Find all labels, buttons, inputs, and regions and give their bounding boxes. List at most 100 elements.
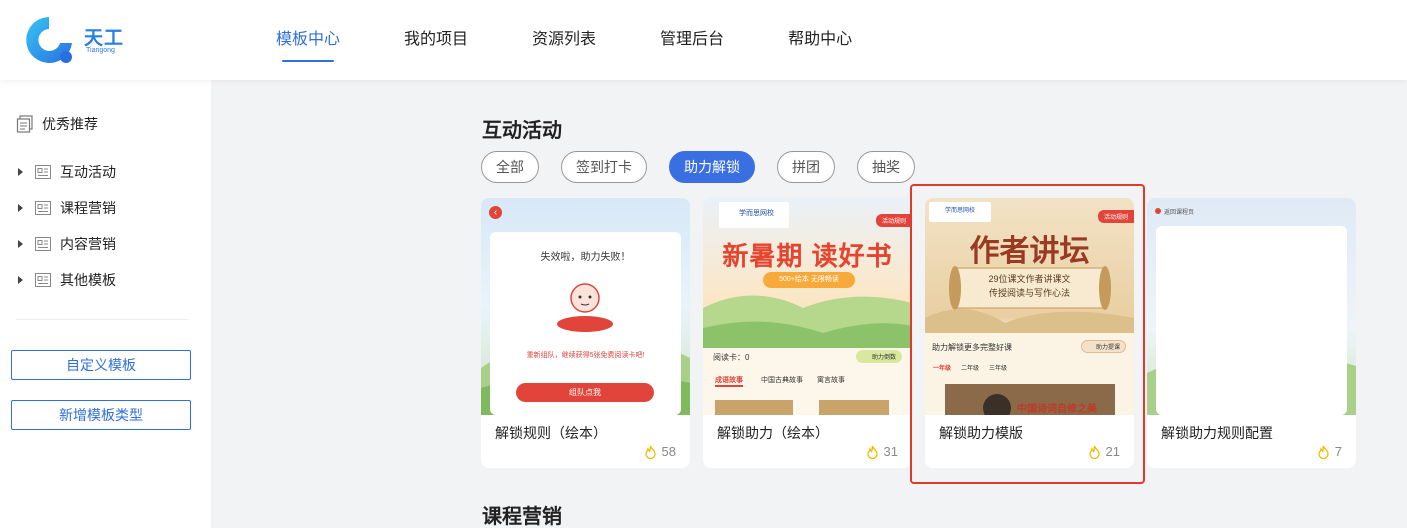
card-thumbnail: 返回课程页 <box>1147 198 1356 415</box>
nav-help-center[interactable]: 帮助中心 <box>788 0 852 80</box>
caret-right-icon[interactable] <box>18 276 23 284</box>
sidebar-item-label: 其他模板 <box>60 272 116 288</box>
thumb-scroll-line1: 29位课文作者讲课文 <box>988 274 1071 284</box>
card-usage: 58 <box>644 444 676 459</box>
template-card[interactable]: ‹ 失效啦，助力失败！ 重新组队，继续获得5张免费阅读卡吧! 组队点我 解锁规则… <box>481 198 690 468</box>
thumb-brand-badge: 学而思网校 <box>929 202 991 222</box>
thumb-caption: 助力解锁更多完整好课 <box>932 343 1012 352</box>
back-icon[interactable]: ‹ <box>489 206 502 219</box>
thumb-tab: 二年级 <box>961 366 980 372</box>
template-card-icon <box>35 237 51 251</box>
card-usage: 31 <box>866 444 898 459</box>
back-icon[interactable] <box>1155 208 1161 214</box>
tiangong-logo-icon <box>26 17 72 63</box>
filter-chips: 全部 签到打卡 助力解锁 拼团 抽奖 <box>481 151 937 183</box>
thumb-subline: 500+绘本 无限畅读 <box>763 272 855 288</box>
flame-icon <box>1318 445 1329 459</box>
thumb-modal-title: 失效啦，助力失败！ <box>540 252 631 263</box>
nav-resource-list[interactable]: 资源列表 <box>532 0 596 80</box>
stack-icon <box>16 115 33 133</box>
card-usage: 21 <box>1088 444 1120 459</box>
template-card[interactable]: 学而思网校 活动规则 作者讲坛 29位课文作者讲课文 传授阅读与写作心法 助力解… <box>925 198 1134 468</box>
sidebar: 优秀推荐 互动活动 课程营销 内容营销 其他模板 自定义模板 新增模板类型 <box>0 80 211 528</box>
sidebar-item-label: 课程营销 <box>60 200 116 216</box>
thumb-tab: 寓言故事 <box>817 377 845 384</box>
thumb-tab: 三年级 <box>989 366 1008 372</box>
caret-right-icon[interactable] <box>18 204 23 212</box>
card-thumbnail: 学而思网校 活动规则 作者讲坛 29位课文作者讲课文 传授阅读与写作心法 助力解… <box>925 198 1134 415</box>
thumb-brand-text: 学而思网校 <box>945 208 976 214</box>
flame-icon <box>1088 445 1100 459</box>
thumb-card-label: 阅读卡：0 <box>713 353 750 362</box>
sidebar-item-interactive[interactable]: 互动活动 <box>18 154 116 190</box>
thumb-tab: 一年级 <box>933 366 952 372</box>
section-title-interactive: 互动活动 <box>482 120 562 142</box>
sidebar-header-label: 优秀推荐 <box>42 116 98 132</box>
card-count: 21 <box>1105 444 1120 459</box>
flame-icon <box>644 445 656 459</box>
template-card-icon <box>35 273 51 287</box>
sidebar-list: 互动活动 课程营销 内容营销 其他模板 <box>18 154 116 298</box>
main-nav: 模板中心 我的项目 资源列表 管理后台 帮助中心 <box>276 0 916 80</box>
top-header: 天工 Tiangong 模板中心 我的项目 资源列表 管理后台 帮助中心 <box>0 0 1407 80</box>
sidebar-item-label: 互动活动 <box>60 164 116 180</box>
caret-right-icon[interactable] <box>18 168 23 176</box>
thumb-modal: 失效啦，助力失败！ 重新组队，继续获得5张免费阅读卡吧! 组队点我 <box>490 232 681 415</box>
card-usage: 7 <box>1317 444 1342 459</box>
template-card[interactable]: 学而思网校 活动规则 新暑期 读好书 500+绘本 无限畅读 阅读卡：0 助力倒… <box>703 198 912 468</box>
thumb-back-text: 返回课程页 <box>1164 210 1195 216</box>
thumb-blank-panel <box>1156 226 1347 415</box>
mascot-icon <box>557 283 613 332</box>
thumb-headline: 新暑期 读好书 <box>722 241 893 271</box>
card-title: 解锁助力（绘本） <box>717 425 829 441</box>
add-template-type-button[interactable]: 新增模板类型 <box>11 400 191 430</box>
card-title: 解锁助力模版 <box>939 425 1023 441</box>
sidebar-item-content-marketing[interactable]: 内容营销 <box>18 226 116 262</box>
thumb-help-button: 助力提课 <box>1080 340 1126 353</box>
sidebar-item-course-marketing[interactable]: 课程营销 <box>18 190 116 226</box>
thumb-tabs: 一年级 二年级 三年级 <box>933 363 1007 372</box>
card-count: 58 <box>661 444 676 459</box>
filter-checkin[interactable]: 签到打卡 <box>561 151 647 183</box>
filter-group-buy[interactable]: 拼团 <box>777 151 835 183</box>
sidebar-item-label: 内容营销 <box>60 236 116 252</box>
thumb-tab: 中国古典故事 <box>761 377 803 384</box>
thumb-tabs: 成语故事 中国古典故事 寓言故事 <box>715 375 845 387</box>
filter-lottery[interactable]: 抽奖 <box>857 151 915 183</box>
nav-template-center[interactable]: 模板中心 <box>276 0 340 80</box>
caret-right-icon[interactable] <box>18 240 23 248</box>
card-title: 解锁规则（绘本） <box>495 425 607 441</box>
thumb-modal-text: 重新组队，继续获得5张免费阅读卡吧! <box>526 352 645 359</box>
brand-name-en: Tiangong <box>86 47 115 54</box>
sidebar-divider <box>16 319 188 320</box>
thumb-tab: 成语故事 <box>715 375 743 387</box>
thumb-headline: 作者讲坛 <box>969 234 1090 269</box>
thumb-help-button: 助力倒数 <box>855 350 902 363</box>
flame-icon <box>866 445 878 459</box>
brand-logo[interactable]: 天工 Tiangong <box>22 13 132 67</box>
card-thumbnail: ‹ 失效啦，助力失败！ 重新组队，继续获得5张免费阅读卡吧! 组队点我 <box>481 198 690 415</box>
filter-all[interactable]: 全部 <box>481 151 539 183</box>
card-thumbnail: 学而思网校 活动规则 新暑期 读好书 500+绘本 无限畅读 阅读卡：0 助力倒… <box>703 198 912 415</box>
thumb-brand-badge: 学而思网校 <box>719 202 789 228</box>
nav-admin[interactable]: 管理后台 <box>660 0 724 80</box>
template-card[interactable]: 返回课程页 解锁助力规则配置 7 <box>1147 198 1356 468</box>
brand-name: 天工 <box>84 28 125 49</box>
card-count: 7 <box>1334 444 1342 459</box>
sidebar-header[interactable]: 优秀推荐 <box>16 114 98 134</box>
filter-help-unlock[interactable]: 助力解锁 <box>669 151 755 183</box>
template-card-icon <box>35 165 51 179</box>
thumb-rule-tag: 活动规则 <box>1097 210 1134 223</box>
card-title: 解锁助力规则配置 <box>1161 425 1273 441</box>
sidebar-item-other-templates[interactable]: 其他模板 <box>18 262 116 298</box>
thumb-rule-tag: 活动规则 <box>875 214 912 227</box>
thumb-video-text: 中国诗词自修之美 <box>1017 404 1097 415</box>
thumb-brand-text: 学而思网校 <box>739 210 774 217</box>
custom-template-button[interactable]: 自定义模板 <box>11 350 191 380</box>
thumb-scroll-line2: 传授阅读与写作心法 <box>988 288 1070 298</box>
nav-my-projects[interactable]: 我的项目 <box>404 0 468 80</box>
section-title-course-marketing: 课程营销 <box>482 506 562 528</box>
thumb-modal-button: 组队点我 <box>516 383 654 402</box>
template-card-icon <box>35 201 51 215</box>
card-count: 31 <box>883 444 898 459</box>
